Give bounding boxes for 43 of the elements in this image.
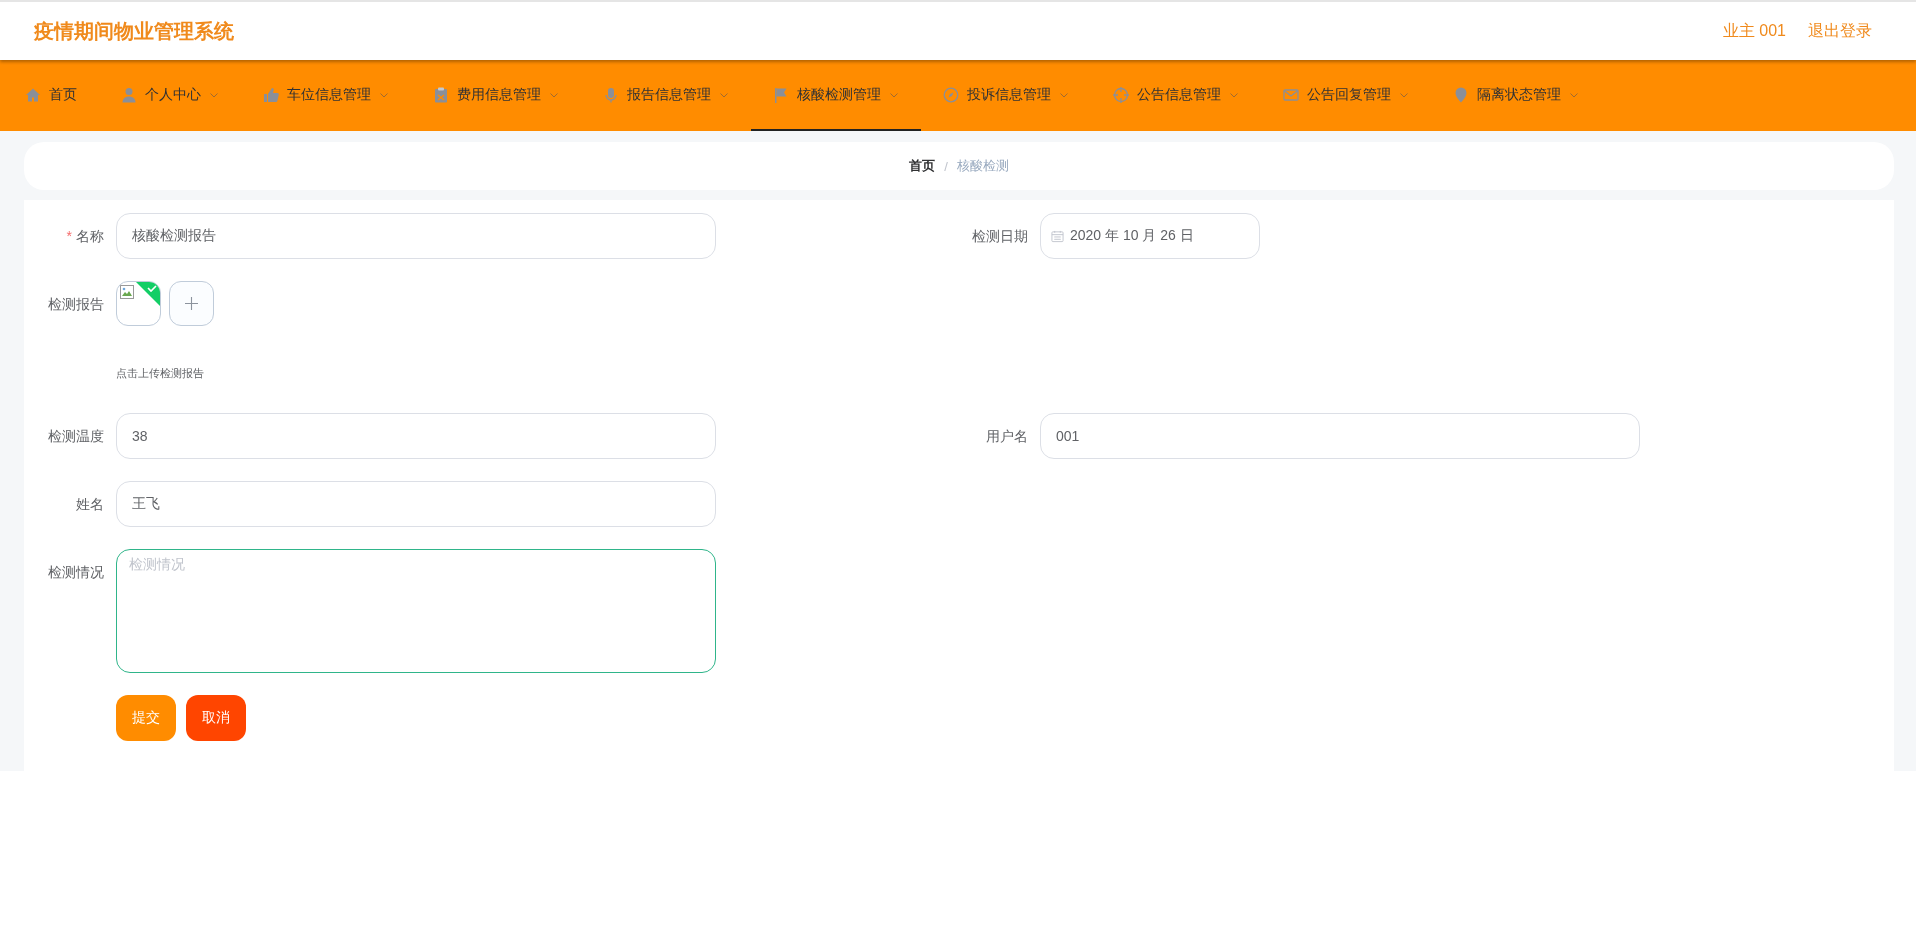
- nav-menu-item[interactable]: 报告信息管理: [581, 60, 751, 131]
- uploaded-image-thumbnail[interactable]: [116, 281, 161, 326]
- add-upload-button[interactable]: [169, 281, 214, 326]
- plus-icon: [185, 297, 198, 310]
- nav-menu-item[interactable]: 首页: [3, 60, 99, 131]
- microphone-icon: [603, 86, 619, 103]
- breadcrumb-current: 核酸检测: [956, 157, 1009, 175]
- compass-icon: [943, 86, 959, 103]
- nav-menu-item[interactable]: 车位信息管理: [241, 60, 411, 131]
- text-field[interactable]: 核酸检测报告: [116, 213, 716, 259]
- location-pin-icon: [1453, 86, 1469, 103]
- label-text: 检测日期: [972, 228, 1028, 244]
- nav-menu-item[interactable]: 公告回复管理: [1261, 60, 1431, 131]
- nav-menu-item[interactable]: 个人中心: [99, 60, 241, 131]
- crosshair-icon: [1113, 86, 1129, 103]
- text-field[interactable]: 001: [1040, 413, 1640, 459]
- broken-image-icon: [120, 285, 134, 299]
- thumbs-up-icon: [263, 86, 279, 103]
- label-text: 检测报告: [48, 296, 104, 312]
- upload-hint: 点击上传检测报告: [116, 366, 205, 381]
- envelope-icon: [1283, 86, 1299, 103]
- date-field[interactable]: 2020 年 10 月 26 日: [1040, 213, 1260, 259]
- cancel-button[interactable]: 取消: [186, 695, 246, 741]
- label-text: 检测温度: [48, 428, 104, 444]
- app-title: 疫情期间物业管理系统: [34, 18, 234, 44]
- calendar-icon: [1051, 229, 1064, 243]
- text-field[interactable]: 王飞: [116, 481, 716, 527]
- label-text: 名称: [76, 228, 104, 244]
- breadcrumb-link[interactable]: 首页: [909, 157, 936, 175]
- home-icon: [25, 86, 41, 103]
- label-text: 检测情况: [48, 564, 104, 580]
- user-icon: [121, 86, 137, 103]
- breadcrumb-separator: /: [944, 158, 948, 174]
- clipboard-icon: [433, 86, 449, 103]
- label-text: 姓名: [76, 496, 104, 512]
- nav-menu-item[interactable]: 费用信息管理: [411, 60, 581, 131]
- nav-menu-item[interactable]: 投诉信息管理: [921, 60, 1091, 131]
- nav-menu-item[interactable]: 隔离状态管理: [1431, 60, 1601, 131]
- flag-icon: [773, 86, 789, 103]
- label-text: 用户名: [986, 428, 1028, 444]
- text-field[interactable]: 38: [116, 413, 716, 459]
- required-mark: *: [66, 228, 72, 244]
- nav-menu-item[interactable]: 公告信息管理: [1091, 60, 1261, 131]
